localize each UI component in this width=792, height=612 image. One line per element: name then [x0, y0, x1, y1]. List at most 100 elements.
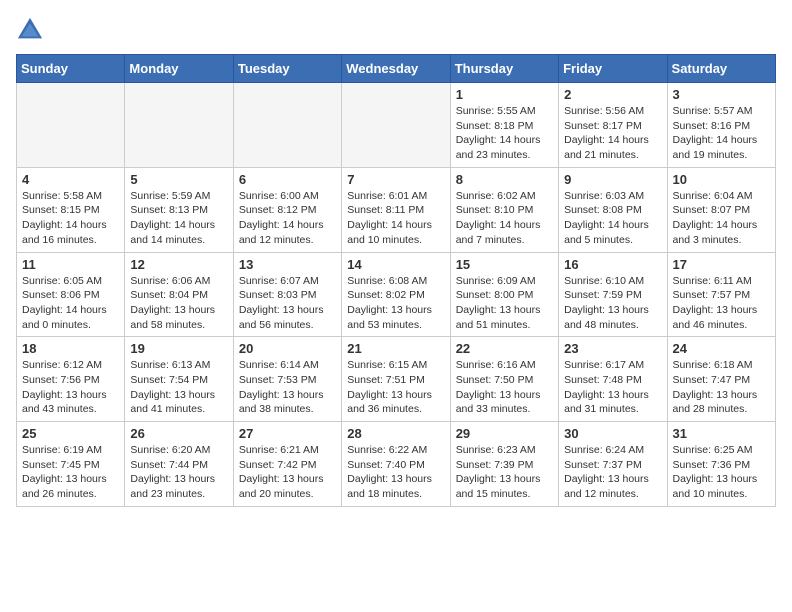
day-number: 19	[130, 341, 227, 356]
day-number: 26	[130, 426, 227, 441]
day-info: Sunrise: 6:23 AM Sunset: 7:39 PM Dayligh…	[456, 443, 553, 502]
day-number: 28	[347, 426, 444, 441]
day-number: 8	[456, 172, 553, 187]
day-info: Sunrise: 5:56 AM Sunset: 8:17 PM Dayligh…	[564, 104, 661, 163]
day-number: 9	[564, 172, 661, 187]
logo-icon	[16, 16, 44, 44]
day-info: Sunrise: 6:19 AM Sunset: 7:45 PM Dayligh…	[22, 443, 119, 502]
header-cell-tuesday: Tuesday	[233, 55, 341, 83]
day-info: Sunrise: 6:25 AM Sunset: 7:36 PM Dayligh…	[673, 443, 770, 502]
calendar-cell: 17 Sunrise: 6:11 AM Sunset: 7:57 PM Dayli…	[667, 252, 775, 337]
day-info: Sunrise: 6:05 AM Sunset: 8:06 PM Dayligh…	[22, 274, 119, 333]
calendar-cell: 29Sunrise: 6:23 AM Sunset: 7:39 PM Dayli…	[450, 422, 558, 507]
day-info: Sunrise: 6:00 AM Sunset: 8:12 PM Dayligh…	[239, 189, 336, 248]
day-info: Sunrise: 5:55 AM Sunset: 8:18 PM Dayligh…	[456, 104, 553, 163]
calendar-table: SundayMondayTuesdayWednesdayThursdayFrid…	[16, 54, 776, 507]
day-number: 30	[564, 426, 661, 441]
day-number: 10	[673, 172, 770, 187]
week-row-2: 4 Sunrise: 5:58 AM Sunset: 8:15 PM Daylig…	[17, 167, 776, 252]
day-info: Sunrise: 6:13 AM Sunset: 7:54 PM Dayligh…	[130, 358, 227, 417]
header-cell-sunday: Sunday	[17, 55, 125, 83]
calendar-cell: 30 Sunrise: 6:24 AM Sunset: 7:37 PM Dayli…	[559, 422, 667, 507]
day-info: Sunrise: 6:01 AM Sunset: 8:11 PM Dayligh…	[347, 189, 444, 248]
header-cell-saturday: Saturday	[667, 55, 775, 83]
calendar-cell: 25 Sunrise: 6:19 AM Sunset: 7:45 PM Dayli…	[17, 422, 125, 507]
calendar-cell: 5 Sunrise: 5:59 AM Sunset: 8:13 PM Daylig…	[125, 167, 233, 252]
day-number: 21	[347, 341, 444, 356]
calendar-cell	[233, 83, 341, 168]
day-info: Sunrise: 6:12 AM Sunset: 7:56 PM Dayligh…	[22, 358, 119, 417]
day-number: 4	[22, 172, 119, 187]
day-info: Sunrise: 6:14 AM Sunset: 7:53 PM Dayligh…	[239, 358, 336, 417]
calendar-cell: 4 Sunrise: 5:58 AM Sunset: 8:15 PM Daylig…	[17, 167, 125, 252]
day-number: 7	[347, 172, 444, 187]
day-info: Sunrise: 6:09 AM Sunset: 8:00 PM Dayligh…	[456, 274, 553, 333]
day-number: 13	[239, 257, 336, 272]
calendar-cell: 6 Sunrise: 6:00 AM Sunset: 8:12 PM Daylig…	[233, 167, 341, 252]
day-number: 14	[347, 257, 444, 272]
day-info: Sunrise: 6:17 AM Sunset: 7:48 PM Dayligh…	[564, 358, 661, 417]
day-info: Sunrise: 6:11 AM Sunset: 7:57 PM Dayligh…	[673, 274, 770, 333]
day-info: Sunrise: 6:04 AM Sunset: 8:07 PM Dayligh…	[673, 189, 770, 248]
calendar-cell: 9 Sunrise: 6:03 AM Sunset: 8:08 PM Daylig…	[559, 167, 667, 252]
day-info: Sunrise: 6:18 AM Sunset: 7:47 PM Dayligh…	[673, 358, 770, 417]
calendar-cell: 23Sunrise: 6:17 AM Sunset: 7:48 PM Dayli…	[559, 337, 667, 422]
day-number: 18	[22, 341, 119, 356]
week-row-1: 1 Sunrise: 5:55 AM Sunset: 8:18 PM Daylig…	[17, 83, 776, 168]
day-number: 12	[130, 257, 227, 272]
day-info: Sunrise: 6:20 AM Sunset: 7:44 PM Dayligh…	[130, 443, 227, 502]
day-info: Sunrise: 6:07 AM Sunset: 8:03 PM Dayligh…	[239, 274, 336, 333]
calendar-cell: 31Sunrise: 6:25 AM Sunset: 7:36 PM Dayli…	[667, 422, 775, 507]
day-number: 17	[673, 257, 770, 272]
header-cell-friday: Friday	[559, 55, 667, 83]
day-info: Sunrise: 6:02 AM Sunset: 8:10 PM Dayligh…	[456, 189, 553, 248]
day-number: 2	[564, 87, 661, 102]
calendar-cell: 22 Sunrise: 6:16 AM Sunset: 7:50 PM Dayli…	[450, 337, 558, 422]
calendar-cell: 12 Sunrise: 6:06 AM Sunset: 8:04 PM Dayli…	[125, 252, 233, 337]
calendar-cell: 28 Sunrise: 6:22 AM Sunset: 7:40 PM Dayli…	[342, 422, 450, 507]
day-info: Sunrise: 6:21 AM Sunset: 7:42 PM Dayligh…	[239, 443, 336, 502]
day-info: Sunrise: 6:15 AM Sunset: 7:51 PM Dayligh…	[347, 358, 444, 417]
calendar-cell: 24 Sunrise: 6:18 AM Sunset: 7:47 PM Dayli…	[667, 337, 775, 422]
day-info: Sunrise: 6:06 AM Sunset: 8:04 PM Dayligh…	[130, 274, 227, 333]
day-number: 15	[456, 257, 553, 272]
day-number: 24	[673, 341, 770, 356]
calendar-cell: 1 Sunrise: 5:55 AM Sunset: 8:18 PM Daylig…	[450, 83, 558, 168]
day-info: Sunrise: 6:10 AM Sunset: 7:59 PM Dayligh…	[564, 274, 661, 333]
day-info: Sunrise: 6:22 AM Sunset: 7:40 PM Dayligh…	[347, 443, 444, 502]
calendar-cell: 16Sunrise: 6:10 AM Sunset: 7:59 PM Dayli…	[559, 252, 667, 337]
day-number: 25	[22, 426, 119, 441]
calendar-cell: 13 Sunrise: 6:07 AM Sunset: 8:03 PM Dayli…	[233, 252, 341, 337]
calendar-cell: 10 Sunrise: 6:04 AM Sunset: 8:07 PM Dayli…	[667, 167, 775, 252]
header-cell-monday: Monday	[125, 55, 233, 83]
day-info: Sunrise: 6:16 AM Sunset: 7:50 PM Dayligh…	[456, 358, 553, 417]
calendar-cell: 27 Sunrise: 6:21 AM Sunset: 7:42 PM Dayli…	[233, 422, 341, 507]
logo	[16, 16, 48, 44]
day-number: 5	[130, 172, 227, 187]
calendar-cell: 20Sunrise: 6:14 AM Sunset: 7:53 PM Dayli…	[233, 337, 341, 422]
day-number: 1	[456, 87, 553, 102]
calendar-cell: 3Sunrise: 5:57 AM Sunset: 8:16 PM Daylig…	[667, 83, 775, 168]
calendar-cell: 21 Sunrise: 6:15 AM Sunset: 7:51 PM Dayli…	[342, 337, 450, 422]
day-info: Sunrise: 5:58 AM Sunset: 8:15 PM Dayligh…	[22, 189, 119, 248]
day-info: Sunrise: 6:24 AM Sunset: 7:37 PM Dayligh…	[564, 443, 661, 502]
day-info: Sunrise: 5:59 AM Sunset: 8:13 PM Dayligh…	[130, 189, 227, 248]
calendar-cell: 8 Sunrise: 6:02 AM Sunset: 8:10 PM Daylig…	[450, 167, 558, 252]
week-row-5: 25 Sunrise: 6:19 AM Sunset: 7:45 PM Dayli…	[17, 422, 776, 507]
calendar-cell: 18 Sunrise: 6:12 AM Sunset: 7:56 PM Dayli…	[17, 337, 125, 422]
calendar-cell: 19 Sunrise: 6:13 AM Sunset: 7:54 PM Dayli…	[125, 337, 233, 422]
day-number: 6	[239, 172, 336, 187]
header-cell-wednesday: Wednesday	[342, 55, 450, 83]
calendar-cell	[125, 83, 233, 168]
day-number: 22	[456, 341, 553, 356]
calendar-cell: 26 Sunrise: 6:20 AM Sunset: 7:44 PM Dayli…	[125, 422, 233, 507]
day-info: Sunrise: 6:03 AM Sunset: 8:08 PM Dayligh…	[564, 189, 661, 248]
calendar-cell: 14 Sunrise: 6:08 AM Sunset: 8:02 PM Dayli…	[342, 252, 450, 337]
calendar-cell: 11 Sunrise: 6:05 AM Sunset: 8:06 PM Dayli…	[17, 252, 125, 337]
day-number: 11	[22, 257, 119, 272]
day-number: 3	[673, 87, 770, 102]
day-number: 27	[239, 426, 336, 441]
header-row: SundayMondayTuesdayWednesdayThursdayFrid…	[17, 55, 776, 83]
calendar-cell: 15 Sunrise: 6:09 AM Sunset: 8:00 PM Dayli…	[450, 252, 558, 337]
day-info: Sunrise: 6:08 AM Sunset: 8:02 PM Dayligh…	[347, 274, 444, 333]
